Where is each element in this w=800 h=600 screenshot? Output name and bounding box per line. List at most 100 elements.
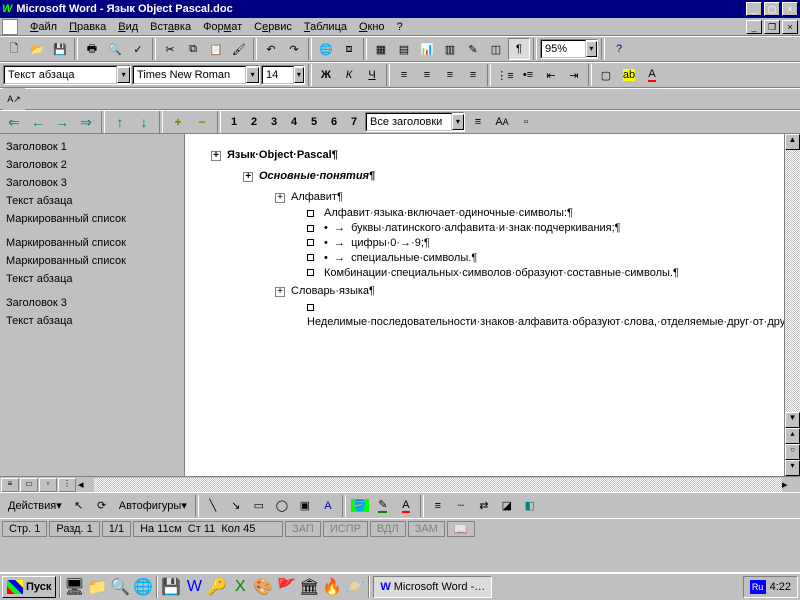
collapse-button[interactable]: − [191, 111, 213, 133]
status-trk[interactable]: ИСПР [323, 521, 368, 537]
line-button[interactable]: ╲ [202, 495, 224, 517]
expand-button[interactable]: + [167, 111, 189, 133]
italic-button[interactable]: К [338, 64, 360, 86]
next-page-button[interactable]: ▾ [785, 460, 800, 476]
mdi-close[interactable]: × [782, 20, 798, 34]
nav-item[interactable]: Заголовок 1 [6, 138, 178, 156]
outline-plus-icon[interactable]: + [211, 151, 221, 161]
outline-plus-icon[interactable]: + [275, 287, 285, 297]
vertical-scrollbar[interactable]: ▲ ▼ ▴ ○ ▾ [784, 134, 800, 476]
zoom-combo[interactable]: 95%▾ [540, 39, 598, 59]
align-left-button[interactable]: ≡ [393, 64, 415, 86]
paste-button[interactable]: 📋 [205, 38, 227, 60]
mdi-minimize[interactable]: _ [746, 20, 762, 34]
nav-item[interactable]: Заголовок 3 [6, 174, 178, 192]
bullets-button[interactable]: •≡ [517, 64, 539, 86]
formatting-button[interactable]: AA [491, 111, 513, 133]
level-4[interactable]: 4 [285, 116, 303, 128]
highlight-button[interactable]: ab [618, 64, 640, 86]
page-view-button[interactable]: ▫ [39, 478, 57, 492]
arrow-style-button[interactable]: ⇄ [473, 495, 495, 517]
shadow-button[interactable]: ◪ [496, 495, 518, 517]
minimize-button[interactable]: _ [746, 2, 762, 16]
outline-plus-icon[interactable]: + [243, 172, 253, 182]
document-map[interactable]: Заголовок 1 Заголовок 2 Заголовок 3 Текс… [0, 134, 184, 476]
menu-tools[interactable]: Сервис [248, 20, 298, 34]
web-toolbar-button[interactable]: ⧈ [338, 38, 360, 60]
ql-search-icon[interactable]: 🔍 [110, 577, 130, 597]
prev-page-button[interactable]: ▴ [785, 428, 800, 444]
nav-item[interactable]: Маркированный список [6, 234, 178, 252]
lang-indicator[interactable]: Ru [750, 580, 766, 594]
indent-button[interactable]: ⇥ [563, 64, 585, 86]
scroll-down-button[interactable]: ▼ [785, 412, 800, 428]
menu-file[interactable]: Файл [24, 20, 63, 34]
borders-button[interactable]: ▢ [595, 64, 617, 86]
nav-item[interactable]: Маркированный список [6, 210, 178, 228]
ql-fire-icon[interactable]: 🔥 [322, 577, 342, 597]
nav-item[interactable]: Заголовок 3 [6, 294, 178, 312]
menu-table[interactable]: Таблица [298, 20, 353, 34]
menu-edit[interactable]: Правка [63, 20, 112, 34]
status-book-icon[interactable]: 📖 [447, 521, 475, 537]
demote-button[interactable]: → [51, 111, 73, 133]
level-5[interactable]: 5 [305, 116, 323, 128]
open-button[interactable]: 📂 [26, 38, 48, 60]
undo-button[interactable]: ↶ [260, 38, 282, 60]
status-ovr[interactable]: ЗАМ [408, 521, 445, 537]
format-painter-button[interactable]: 🖌 [228, 38, 250, 60]
hyperlink-button[interactable]: 🌐 [315, 38, 337, 60]
dash-style-button[interactable]: ┄ [450, 495, 472, 517]
nav-item[interactable]: Заголовок 2 [6, 156, 178, 174]
justify-button[interactable]: ≡ [462, 64, 484, 86]
save-button[interactable]: 💾 [49, 38, 71, 60]
nav-item[interactable]: Текст абзаца [6, 192, 178, 210]
line-style-button[interactable]: ≡ [427, 495, 449, 517]
font-combo[interactable]: Times New Roman▾ [132, 65, 260, 85]
redo-button[interactable]: ↷ [283, 38, 305, 60]
print-button[interactable]: 🖶 [81, 38, 103, 60]
textbox-button[interactable]: ▣ [294, 495, 316, 517]
cut-button[interactable]: ✂ [159, 38, 181, 60]
document-area[interactable]: +Язык·Object·Pascal +Основные·понятия +А… [184, 134, 784, 476]
line-color-button[interactable]: ✎ [372, 495, 394, 517]
rectangle-button[interactable]: ▭ [248, 495, 270, 517]
drawing-button[interactable]: ✎ [462, 38, 484, 60]
ql-key-icon[interactable]: 🔑 [207, 577, 227, 597]
promote-top-button[interactable]: ⇐ [3, 111, 25, 133]
font-color-button[interactable]: A [641, 64, 663, 86]
show-levels-combo[interactable]: Все заголовки▾ [365, 112, 465, 132]
autoshapes-menu[interactable]: Автофигуры ▾ [114, 495, 192, 517]
select-objects-button[interactable]: ↖ [68, 495, 90, 517]
status-rec[interactable]: ЗАП [285, 521, 321, 537]
menu-format[interactable]: Формат [197, 20, 248, 34]
close-button[interactable]: × [782, 2, 798, 16]
demote-body-button[interactable]: ⇒ [75, 111, 97, 133]
level-2[interactable]: 2 [245, 116, 263, 128]
ql-ie-icon[interactable]: 🌐 [133, 577, 153, 597]
size-combo[interactable]: 14▾ [261, 65, 305, 85]
app-icon[interactable] [2, 19, 18, 35]
copy-button[interactable]: ⧉ [182, 38, 204, 60]
arrow-button[interactable]: ↘ [225, 495, 247, 517]
move-down-button[interactable]: ↓ [133, 111, 155, 133]
level-6[interactable]: 6 [325, 116, 343, 128]
insert-table-button[interactable]: ▤ [393, 38, 415, 60]
level-1[interactable]: 1 [225, 116, 243, 128]
start-button[interactable]: Пуск [2, 576, 56, 598]
tables-button[interactable]: ▦ [370, 38, 392, 60]
scroll-left-button[interactable]: ◂ [78, 478, 94, 492]
superscript-button[interactable]: A↗ [3, 88, 25, 110]
first-line-button[interactable]: ≡ [467, 111, 489, 133]
menu-view[interactable]: Вид [112, 20, 144, 34]
menu-help[interactable]: ? [391, 20, 409, 34]
promote-button[interactable]: ← [27, 111, 49, 133]
mdi-restore[interactable]: ❐ [764, 20, 780, 34]
underline-button[interactable]: Ч [361, 64, 383, 86]
level-3[interactable]: 3 [265, 116, 283, 128]
columns-button[interactable]: ▥ [439, 38, 461, 60]
maximize-button[interactable]: ▢ [764, 2, 780, 16]
ql-excel-icon[interactable]: X [230, 577, 250, 597]
docmap-button[interactable]: ◫ [485, 38, 507, 60]
help-button[interactable]: ? [608, 38, 630, 60]
